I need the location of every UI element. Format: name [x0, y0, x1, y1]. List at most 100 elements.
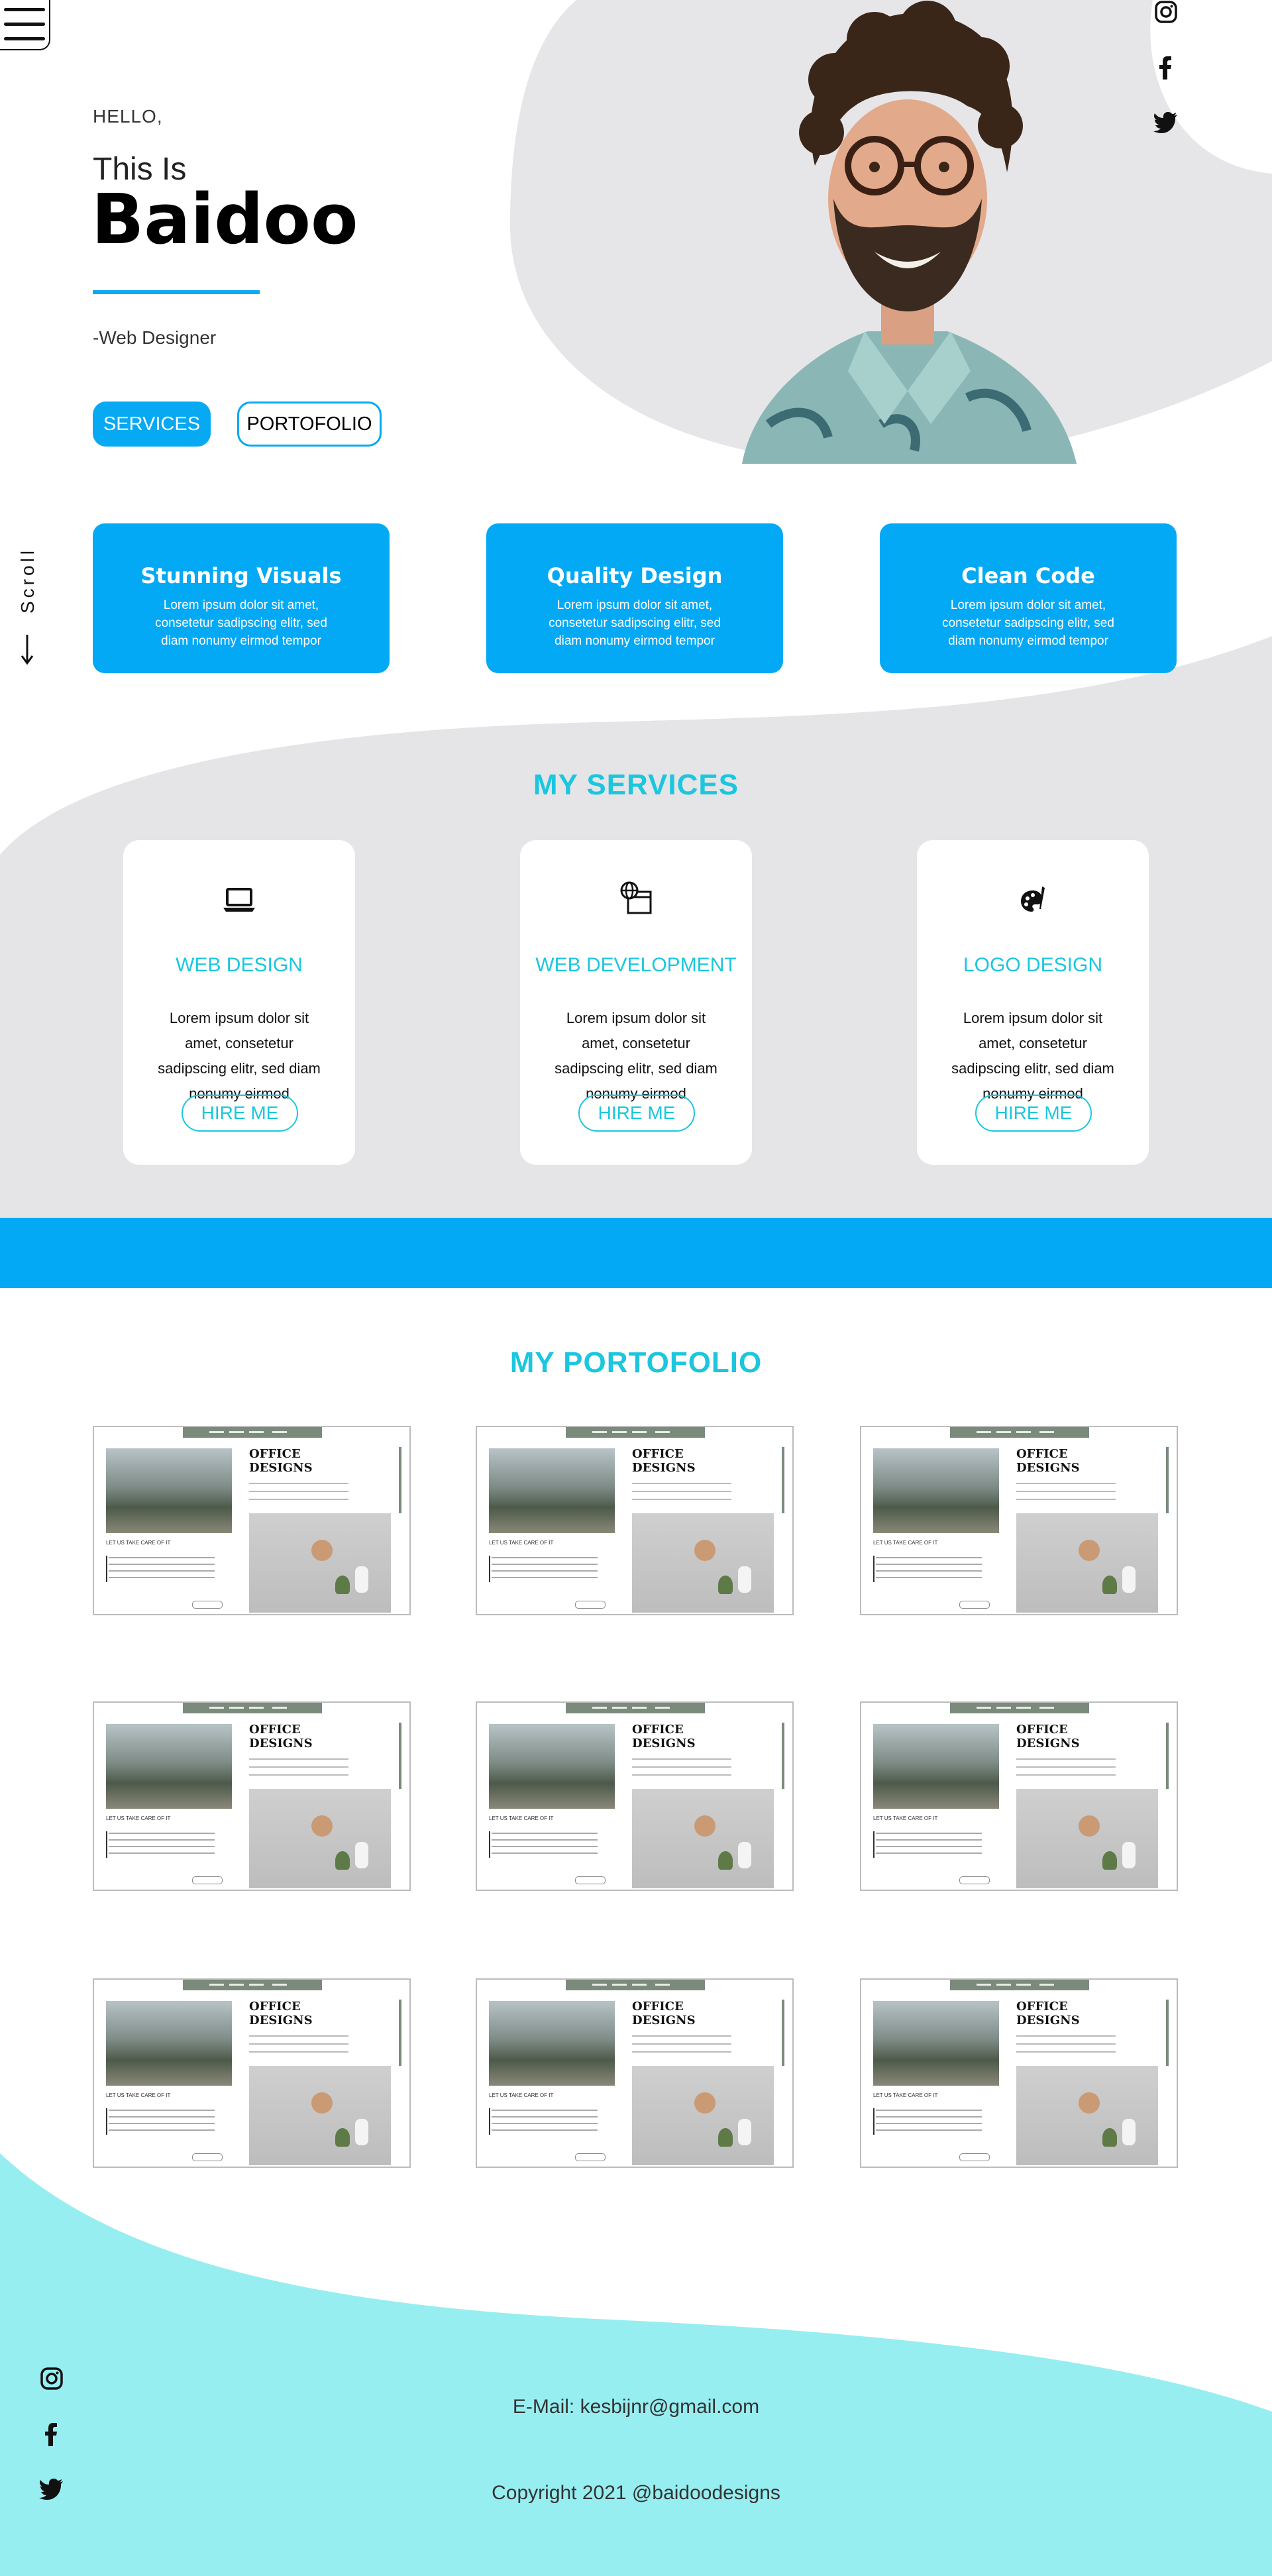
plant-shape	[335, 2128, 350, 2147]
text-line	[632, 1483, 731, 1484]
portfolio-item[interactable]: OFFICE DESIGNS LET US TAKE CARE OF IT	[476, 1978, 794, 2168]
text-line	[876, 1846, 982, 1847]
instagram-icon[interactable]	[1153, 0, 1179, 27]
thumb-title: OFFICE DESIGNS	[632, 1447, 696, 1475]
text-line	[492, 1839, 598, 1841]
clock-shape	[694, 1540, 716, 1561]
thumb-photo	[1016, 1789, 1158, 1888]
lamp-shape	[355, 1842, 368, 1868]
portfolio-item[interactable]: OFFICE DESIGNS LET US TAKE CARE OF IT	[860, 1978, 1178, 2168]
thumb-photo	[632, 2066, 774, 2165]
text-line	[1016, 2043, 1116, 2045]
thumb-caption: LET US TAKE CARE OF IT	[489, 2092, 554, 2098]
thumb-nav	[183, 1703, 322, 1713]
portfolio-button[interactable]: PORTOFOLIO	[237, 402, 382, 447]
thumb-photo	[1016, 2066, 1158, 2165]
services-button[interactable]: SERVICES	[93, 402, 211, 447]
hire-me-button[interactable]: HIRE ME	[975, 1095, 1092, 1132]
service-text: Lorem ipsum dolor sit amet, consetetur s…	[555, 1010, 717, 1102]
services-title: MY SERVICES	[533, 769, 739, 801]
text-line	[249, 1758, 348, 1760]
thumb-nav	[566, 1427, 705, 1438]
thumb-more-button	[575, 1876, 606, 1884]
portfolio-item[interactable]: OFFICE DESIGNS LET US TAKE CARE OF IT	[93, 1978, 411, 2168]
feature-card: Stunning Visuals Lorem ipsum dolor sit a…	[93, 523, 390, 673]
hero-divider	[93, 290, 260, 294]
facebook-icon[interactable]	[1153, 54, 1179, 81]
clock-shape	[694, 2092, 716, 2114]
text-line	[632, 2043, 731, 2045]
text-line	[876, 1839, 982, 1841]
portrait-photo	[742, 1, 1077, 464]
thumb-nav	[950, 1980, 1089, 1990]
twitter-icon[interactable]	[1153, 109, 1179, 135]
thumb-caption: LET US TAKE CARE OF IT	[106, 1815, 171, 1821]
thumb-more-button	[192, 1601, 223, 1609]
hire-me-button[interactable]: HIRE ME	[182, 1095, 298, 1132]
thumb-more-button	[575, 1601, 606, 1609]
thumb-accent-bar	[782, 1723, 784, 1789]
text-line	[876, 2110, 982, 2111]
hamburger-icon	[4, 8, 45, 11]
accent-band	[0, 1218, 1272, 1288]
portfolio-item[interactable]: OFFICE DESIGNS LET US TAKE CARE OF IT	[860, 1426, 1178, 1615]
text-line	[1016, 1483, 1116, 1484]
thumb-nav	[566, 1703, 705, 1713]
thumb-title: OFFICE DESIGNS	[249, 1447, 313, 1475]
lamp-shape	[738, 2119, 751, 2145]
text-line	[632, 1491, 731, 1492]
thumb-quote-line	[106, 1556, 107, 1582]
scroll-indicator[interactable]: Scroll	[13, 547, 40, 667]
thumb-caption: LET US TAKE CARE OF IT	[106, 1540, 171, 1546]
portfolio-item[interactable]: OFFICE DESIGNS LET US TAKE CARE OF IT	[860, 1701, 1178, 1891]
text-line	[109, 1557, 215, 1558]
menu-button[interactable]	[0, 0, 50, 50]
thumb-more-button	[959, 1601, 990, 1609]
text-line	[492, 1557, 598, 1558]
text-line	[492, 1577, 598, 1578]
text-line	[249, 2051, 348, 2053]
text-line	[1016, 2035, 1116, 2037]
thumb-more-button	[575, 2153, 606, 2161]
thumb-caption: LET US TAKE CARE OF IT	[873, 1815, 938, 1821]
thumb-quote-line	[873, 1556, 874, 1582]
footer-email[interactable]: E-Mail: kesbijnr@gmail.com	[0, 2396, 1272, 2418]
text-line	[876, 1570, 982, 1572]
instagram-icon[interactable]	[38, 2367, 65, 2393]
text-line	[632, 2035, 731, 2037]
thumb-accent-bar	[782, 1447, 784, 1513]
feature-text: Lorem ipsum dolor sit amet, consetetur s…	[942, 598, 1114, 648]
text-line	[492, 2129, 598, 2131]
feature-card: Clean Code Lorem ipsum dolor sit amet, c…	[880, 523, 1177, 673]
text-line	[492, 2110, 598, 2111]
hire-me-button[interactable]: HIRE ME	[578, 1095, 695, 1132]
portfolio-item[interactable]: OFFICE DESIGNS LET US TAKE CARE OF IT	[93, 1701, 411, 1891]
portfolio-item[interactable]: OFFICE DESIGNS LET US TAKE CARE OF IT	[476, 1701, 794, 1891]
text-line	[492, 1846, 598, 1847]
facebook-icon[interactable]	[38, 2421, 65, 2447]
thumb-title: OFFICE DESIGNS	[1016, 1447, 1080, 1475]
thumb-photo	[489, 2001, 615, 2086]
service-text: Lorem ipsum dolor sit amet, consetetur s…	[951, 1010, 1114, 1102]
thumb-accent-bar	[1166, 2000, 1169, 2066]
hamburger-line	[4, 23, 45, 26]
portfolio-item[interactable]: OFFICE DESIGNS LET US TAKE CARE OF IT	[93, 1426, 411, 1615]
thumb-nav	[950, 1427, 1089, 1438]
service-card: WEB DESIGN Lorem ipsum dolor sit amet, c…	[123, 840, 355, 1165]
text-line	[109, 1852, 215, 1854]
text-line	[1016, 1774, 1116, 1776]
portfolio-item[interactable]: OFFICE DESIGNS LET US TAKE CARE OF IT	[476, 1426, 794, 1615]
text-line	[109, 1839, 215, 1841]
portfolio-title: MY PORTOFOLIO	[509, 1346, 763, 1379]
thumb-title: OFFICE DESIGNS	[632, 2000, 696, 2027]
text-line	[109, 2123, 215, 2124]
text-line	[109, 2129, 215, 2131]
thumb-more-button	[959, 2153, 990, 2161]
text-line	[492, 2123, 598, 2124]
thumb-quote-line	[106, 2108, 107, 2135]
clock-shape	[311, 1540, 333, 1561]
hero-name: Baidoo	[91, 179, 358, 260]
thumb-more-button	[192, 2153, 223, 2161]
plant-shape	[1102, 1576, 1117, 1594]
plant-shape	[1102, 2128, 1117, 2147]
